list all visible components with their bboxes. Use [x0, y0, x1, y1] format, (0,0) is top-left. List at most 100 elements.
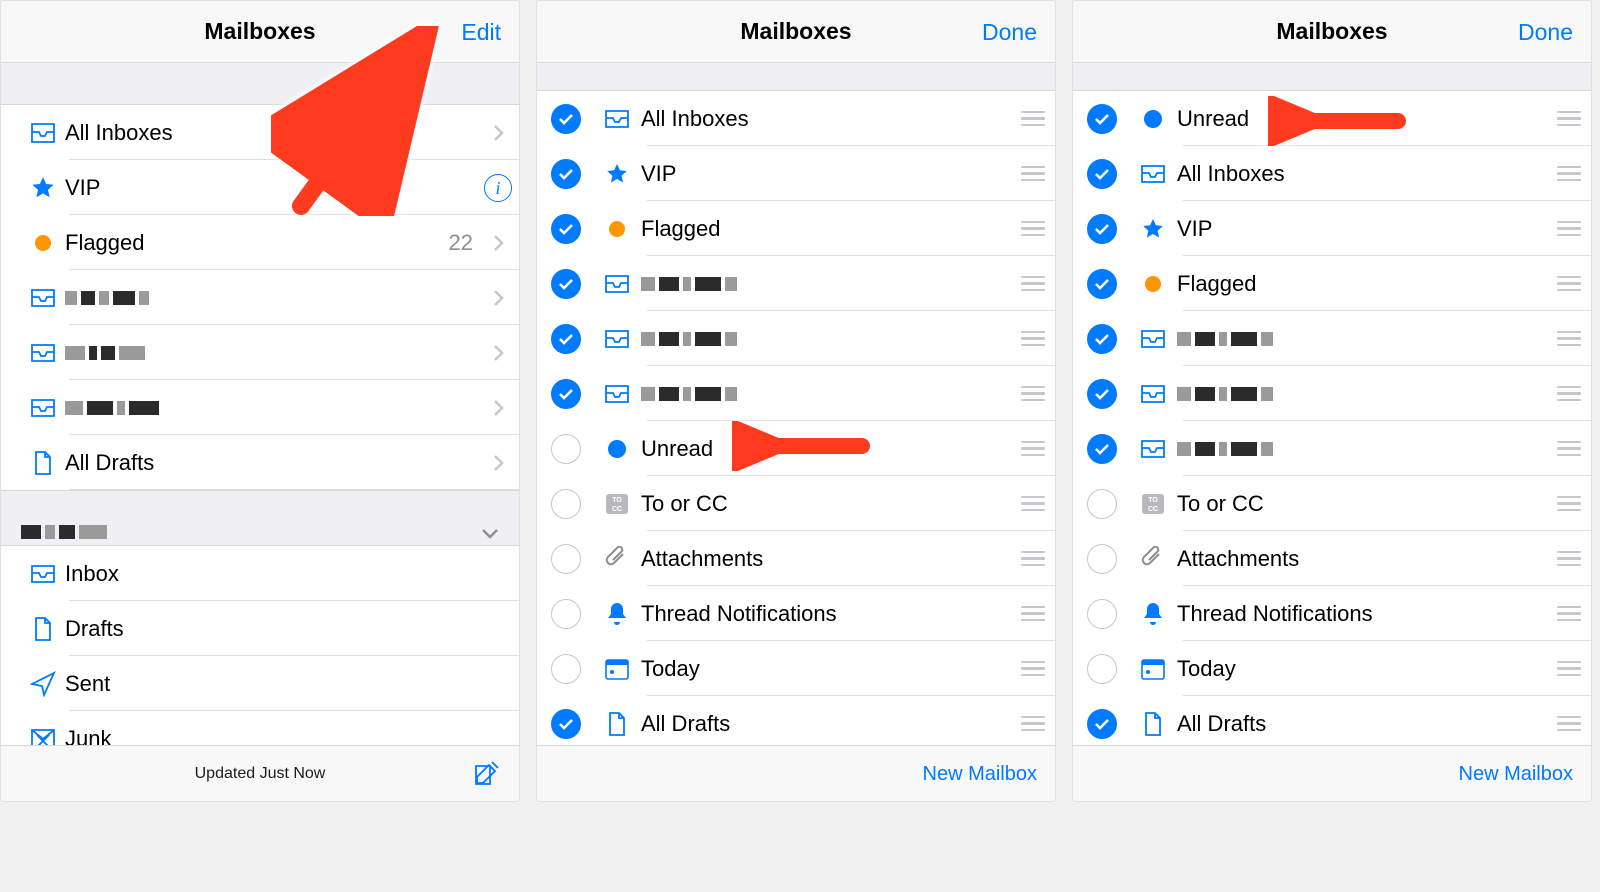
info-icon[interactable]: i — [477, 174, 519, 202]
checkbox[interactable] — [551, 214, 581, 244]
drag-handle-icon[interactable] — [1011, 331, 1055, 346]
drag-handle-icon[interactable] — [1547, 551, 1591, 566]
mailbox-edit-row[interactable]: Unread — [1073, 91, 1591, 146]
checkbox[interactable] — [551, 489, 581, 519]
checkbox[interactable] — [1087, 434, 1117, 464]
drag-handle-icon[interactable] — [1547, 276, 1591, 291]
drag-handle-icon[interactable] — [1011, 221, 1055, 236]
drag-handle-icon[interactable] — [1011, 386, 1055, 401]
drag-handle-icon[interactable] — [1547, 496, 1591, 511]
mailbox-edit-row[interactable]: Flagged — [537, 201, 1055, 256]
checkbox[interactable] — [551, 104, 581, 134]
drag-handle-icon[interactable] — [1011, 661, 1055, 676]
mailbox-edit-row[interactable] — [537, 311, 1055, 366]
drag-handle-icon[interactable] — [1011, 276, 1055, 291]
drag-handle-icon[interactable] — [1011, 551, 1055, 566]
section-spacer — [1, 63, 519, 105]
drag-handle-icon[interactable] — [1547, 606, 1591, 621]
new-mailbox-button[interactable]: New Mailbox — [1459, 746, 1573, 802]
drag-handle-icon[interactable] — [1547, 661, 1591, 676]
mailbox-edit-row[interactable]: VIP — [537, 146, 1055, 201]
mailbox-row-flagged[interactable]: Flagged 22 — [1, 215, 519, 270]
drag-handle-icon[interactable] — [1011, 111, 1055, 126]
checkbox[interactable] — [1087, 104, 1117, 134]
checkbox[interactable] — [551, 709, 581, 739]
mailbox-label: Today — [1177, 656, 1547, 682]
drag-handle-icon[interactable] — [1011, 716, 1055, 731]
compose-button[interactable] — [471, 746, 501, 802]
mailbox-row-all-inboxes[interactable]: All Inboxes — [1, 105, 519, 160]
checkbox[interactable] — [551, 544, 581, 574]
checkbox[interactable] — [1087, 324, 1117, 354]
mailbox-edit-row[interactable]: Today — [537, 641, 1055, 696]
checkbox[interactable] — [1087, 269, 1117, 299]
mailbox-edit-row[interactable]: Flagged — [1073, 256, 1591, 311]
mailbox-edit-row[interactable]: TOCCTo or CC — [537, 476, 1055, 531]
checkbox[interactable] — [1087, 159, 1117, 189]
drag-handle-icon[interactable] — [1547, 221, 1591, 236]
mailbox-edit-row[interactable]: Unread — [537, 421, 1055, 476]
checkbox[interactable] — [551, 599, 581, 629]
mailbox-edit-row[interactable] — [537, 256, 1055, 311]
account-row-sent[interactable]: Sent — [1, 656, 519, 711]
mailbox-edit-row[interactable]: All Drafts — [537, 696, 1055, 745]
mailbox-edit-row[interactable]: All Inboxes — [1073, 146, 1591, 201]
checkbox[interactable] — [1087, 489, 1117, 519]
drag-handle-icon[interactable] — [1547, 386, 1591, 401]
checkbox[interactable] — [1087, 709, 1117, 739]
account-row-drafts[interactable]: Drafts — [1, 601, 519, 656]
clip-icon — [593, 546, 641, 572]
calendar-icon — [593, 657, 641, 681]
done-button[interactable]: Done — [982, 1, 1037, 63]
account-section-header[interactable] — [1, 490, 519, 546]
drag-handle-icon[interactable] — [1011, 441, 1055, 456]
new-mailbox-button[interactable]: New Mailbox — [923, 746, 1037, 802]
mailbox-edit-row[interactable]: Thread Notifications — [537, 586, 1055, 641]
checkbox[interactable] — [1087, 654, 1117, 684]
mailbox-row-vip[interactable]: VIP i — [1, 160, 519, 215]
account-row-inbox[interactable]: Inbox — [1, 546, 519, 601]
checkbox[interactable] — [1087, 599, 1117, 629]
checkbox[interactable] — [1087, 214, 1117, 244]
checkbox[interactable] — [1087, 379, 1117, 409]
mailbox-label: Flagged — [641, 216, 1011, 242]
mailbox-row-account-3[interactable] — [1, 380, 519, 435]
account-row-junk[interactable]: Junk — [1, 711, 519, 745]
mailbox-edit-row[interactable] — [537, 366, 1055, 421]
mailbox-edit-row[interactable]: All Drafts — [1073, 696, 1591, 745]
mailbox-edit-row[interactable]: Attachments — [537, 531, 1055, 586]
drag-handle-icon[interactable] — [1547, 111, 1591, 126]
mailbox-edit-row[interactable]: TOCCTo or CC — [1073, 476, 1591, 531]
drag-handle-icon[interactable] — [1547, 716, 1591, 731]
checkbox[interactable] — [1087, 544, 1117, 574]
inbox-icon — [1129, 328, 1177, 350]
drag-handle-icon[interactable] — [1011, 606, 1055, 621]
checkbox[interactable] — [551, 379, 581, 409]
mailbox-edit-row[interactable]: Today — [1073, 641, 1591, 696]
drag-handle-icon[interactable] — [1547, 441, 1591, 456]
drag-handle-icon[interactable] — [1011, 496, 1055, 511]
mailbox-edit-row[interactable]: VIP — [1073, 201, 1591, 256]
mailbox-row-account-2[interactable] — [1, 325, 519, 380]
mailbox-edit-row[interactable] — [1073, 366, 1591, 421]
drag-handle-icon[interactable] — [1547, 331, 1591, 346]
mailbox-row-all-drafts[interactable]: All Drafts — [1, 435, 519, 490]
mailbox-edit-row[interactable] — [1073, 311, 1591, 366]
mailbox-label — [641, 271, 1011, 297]
mailbox-label — [1177, 381, 1547, 407]
mailbox-edit-row[interactable]: Attachments — [1073, 531, 1591, 586]
section-spacer — [537, 63, 1055, 91]
drag-handle-icon[interactable] — [1011, 166, 1055, 181]
checkbox[interactable] — [551, 324, 581, 354]
checkbox[interactable] — [551, 654, 581, 684]
drag-handle-icon[interactable] — [1547, 166, 1591, 181]
mailbox-edit-row[interactable] — [1073, 421, 1591, 476]
checkbox[interactable] — [551, 159, 581, 189]
edit-button[interactable]: Edit — [461, 1, 501, 63]
checkbox[interactable] — [551, 434, 581, 464]
mailbox-edit-row[interactable]: Thread Notifications — [1073, 586, 1591, 641]
done-button[interactable]: Done — [1518, 1, 1573, 63]
mailbox-edit-row[interactable]: All Inboxes — [537, 91, 1055, 146]
checkbox[interactable] — [551, 269, 581, 299]
mailbox-row-account-1[interactable] — [1, 270, 519, 325]
